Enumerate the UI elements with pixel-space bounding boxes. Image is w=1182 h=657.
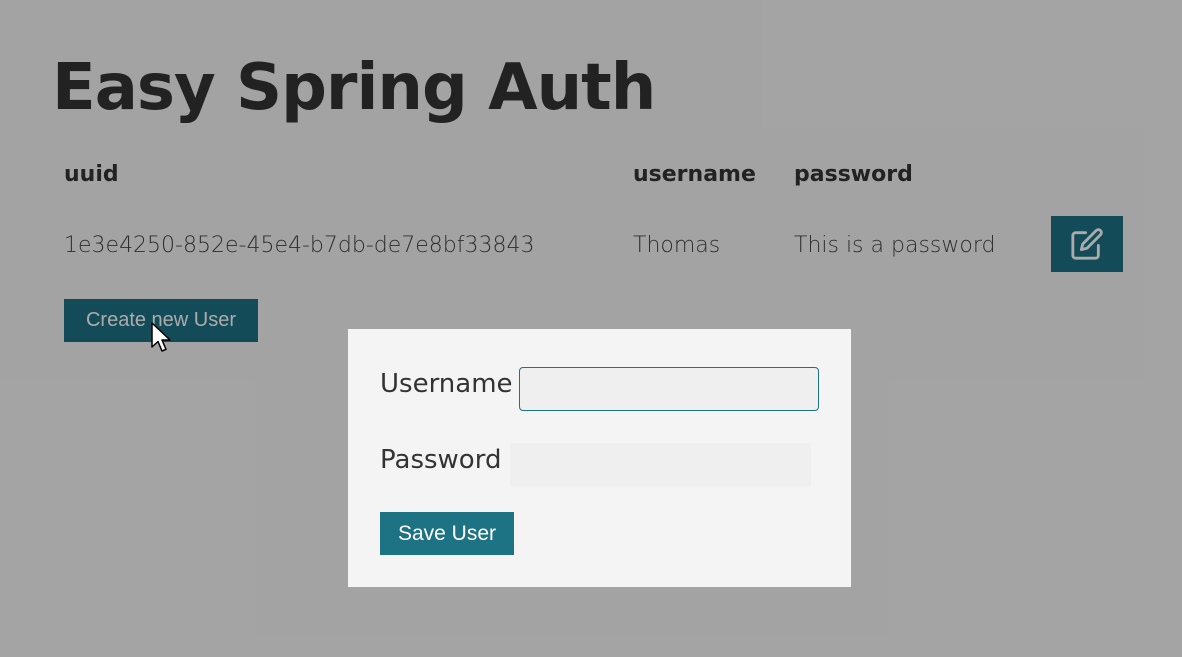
password-label: Password — [380, 445, 502, 475]
username-label: Username — [380, 369, 513, 399]
save-user-button[interactable]: Save User — [380, 512, 514, 555]
create-user-modal: Username Password Save User — [348, 329, 851, 587]
username-field[interactable] — [519, 367, 819, 411]
mouse-cursor-icon — [151, 322, 171, 352]
password-field[interactable] — [510, 443, 811, 487]
